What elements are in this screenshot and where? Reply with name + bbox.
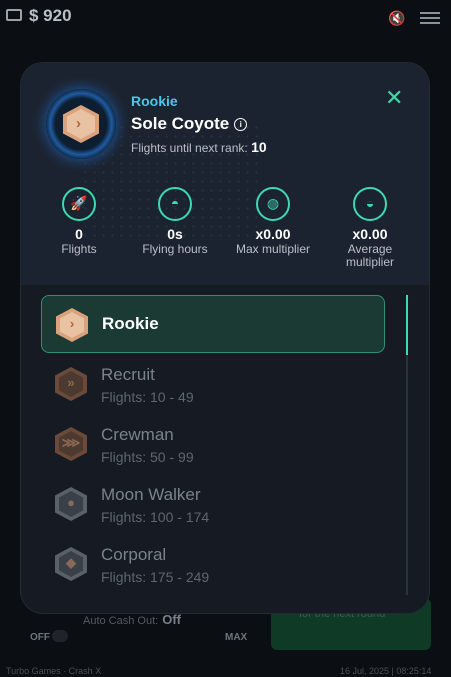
rank-name: Corporal [101,545,167,564]
rank-name: Moon Walker [101,485,201,504]
stat-max-multiplier: ◍ x0.00 Max multiplier [233,187,313,256]
rank-flights: Flights: 100 - 174 [101,509,210,525]
moon-walker-badge-icon: ● [55,487,87,521]
rookie-badge-icon: › [63,105,99,143]
ringed-planet-icon: ◒ [353,187,387,221]
settings-sliders-icon[interactable] [420,9,440,25]
stat-average-multiplier: ◒ x0.00 Average multiplier [330,187,410,269]
footer-game-name: Turbo Games · Crash X [6,666,102,676]
auto-toggle[interactable] [52,630,68,642]
rank-flights: Flights: 10 - 49 [101,389,194,405]
stat-label: Average multiplier [345,242,394,269]
close-icon[interactable]: ✕ [385,85,403,111]
auto-cash-out[interactable]: Auto Cash Out: Off [83,612,181,627]
max-label[interactable]: MAX [225,632,247,643]
stat-label: Flights [61,242,97,256]
flights-until-next-rank: Flights until next rank: 10 [131,139,267,155]
rank-flights: Flights: 50 - 99 [101,449,194,465]
rank-item-crewman[interactable]: ⋙ Crewman Flights: 50 - 99 [41,415,385,473]
off-label: OFF [30,632,50,643]
recruit-badge-icon: » [55,367,87,401]
rank-badge: › [46,89,116,159]
top-bar: $ 920 🔇 [0,0,451,36]
info-icon[interactable]: i [234,118,248,132]
current-rank-label: Rookie [131,93,178,109]
player-name: Sole Coyote i [131,114,248,134]
stat-value: x0.00 [255,226,291,242]
rank-name: Recruit [101,365,155,384]
rocket-icon: 🚀 [62,187,96,221]
rank-name: Crewman [101,425,174,444]
stat-flights: 🚀 0 Flights [39,187,119,256]
auto-cash-out-label: Auto Cash Out: [83,615,159,627]
rank-list[interactable]: › Rookie » Recruit Flights: 10 - 49 ⋙ Cr… [21,285,429,613]
scrollbar-thumb[interactable] [406,295,408,355]
sound-muted-icon[interactable]: 🔇 [388,10,405,27]
stat-value: 0 [75,226,83,242]
stat-value: x0.00 [352,226,388,242]
crewman-badge-icon: ⋙ [55,427,87,461]
demo-mode-label: DEMO MODE [418,108,447,228]
stat-value: 0s [167,226,183,242]
rank-item-moon-walker[interactable]: ● Moon Walker Flights: 100 - 174 [41,475,385,533]
astronaut-helmet-icon: ◓ [158,187,192,221]
modal-header: › Rookie Sole Coyote i Flights until next… [21,63,429,285]
rank-item-rookie[interactable]: › Rookie [41,295,385,353]
corporal-badge-icon: ◆ [55,547,87,581]
stat-label: Max multiplier [235,242,310,256]
balance: $ 920 [29,6,72,25]
footer-timestamp: 16 Jul, 2025 | 08:25:14 [340,666,432,676]
flights-until-value: 10 [251,139,267,155]
rank-name: Rookie [102,314,159,333]
player-name-text: Sole Coyote [131,114,230,133]
rookie-badge-icon: › [56,308,88,342]
flights-until-label: Flights until next rank: [131,141,248,155]
stat-flying-hours: ◓ 0s Flying hours [135,187,215,256]
auto-cash-out-value: Off [162,612,181,627]
rank-item-corporal[interactable]: ◆ Corporal Flights: 175 - 249 [41,535,385,593]
rank-flights: Flights: 175 - 249 [101,569,210,585]
planet-icon: ◍ [256,187,290,221]
wallet-icon [6,9,22,21]
rank-item-recruit[interactable]: » Recruit Flights: 10 - 49 [41,355,385,413]
stat-label: Flying hours [142,242,208,256]
rank-modal: › Rookie Sole Coyote i Flights until next… [21,63,429,613]
